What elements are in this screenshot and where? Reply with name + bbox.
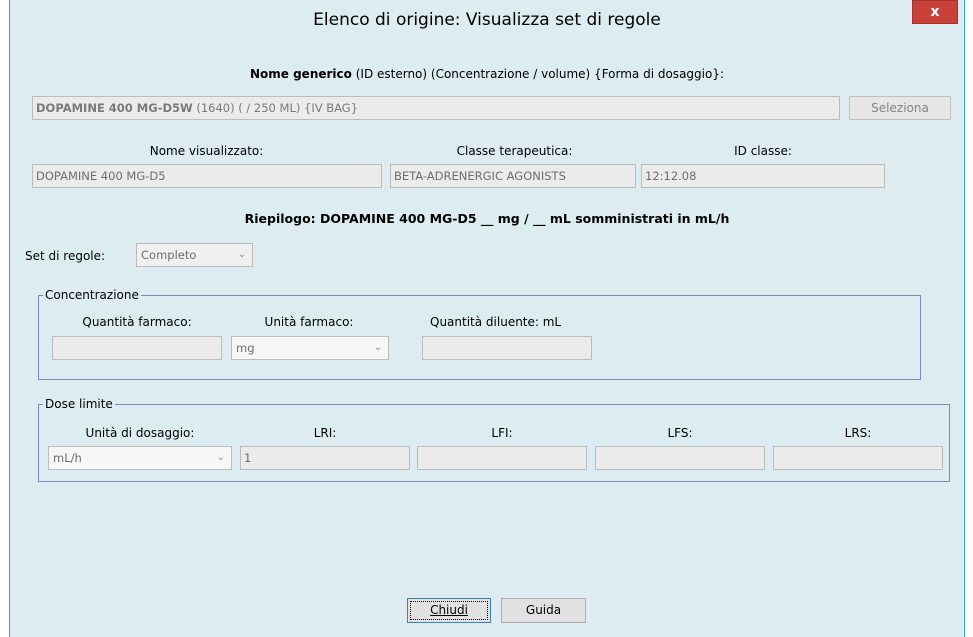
therapeutic-class-field: BETA-ADRENERGIC AGONISTS bbox=[390, 164, 636, 188]
dose-limits-group: Dose limite bbox=[38, 397, 950, 482]
ruleset-select[interactable]: Completo ⌄ bbox=[136, 243, 253, 267]
diluent-amount-label: Quantità diluente: mL bbox=[430, 315, 562, 329]
dose-limits-group-title: Dose limite bbox=[43, 397, 115, 411]
drug-unit-select[interactable]: mg ⌄ bbox=[231, 336, 389, 360]
generic-name-details: (1640) ( / 250 ML) {IV BAG} bbox=[196, 101, 359, 115]
lrs-label: LRS: bbox=[844, 426, 872, 440]
ruleset-value: Completo bbox=[141, 248, 197, 262]
drug-amount-label: Quantità farmaco: bbox=[82, 315, 192, 329]
class-id-field: 12:12.08 bbox=[641, 164, 885, 188]
summary-text: Riepilogo: DOPAMINE 400 MG-D5 __ mg / __… bbox=[244, 211, 730, 226]
class-id-label: ID classe: bbox=[734, 144, 792, 158]
drug-amount-field bbox=[52, 336, 222, 360]
close-icon: x bbox=[930, 4, 940, 20]
help-button[interactable]: Guida bbox=[501, 598, 586, 623]
generic-name-heading-rest: (ID esterno) (Concentrazione / volume) {… bbox=[355, 67, 725, 81]
chevron-down-icon: ⌄ bbox=[373, 342, 382, 353]
dosing-unit-value: mL/h bbox=[53, 451, 82, 465]
drug-unit-label: Unità farmaco: bbox=[264, 315, 354, 329]
generic-name-heading-bold: Nome generico bbox=[249, 67, 352, 81]
close-button[interactable]: Chiudi bbox=[407, 598, 491, 623]
diluent-amount-field bbox=[422, 336, 592, 360]
lfs-field bbox=[595, 446, 765, 470]
display-name-field: DOPAMINE 400 MG-D5 bbox=[32, 164, 382, 188]
window-bottom-edge bbox=[10, 623, 964, 637]
generic-name-heading: Nome generico (ID esterno) (Concentrazio… bbox=[10, 67, 964, 81]
dosing-unit-label: Unità di dosaggio: bbox=[85, 426, 195, 440]
select-button[interactable]: Seleziona bbox=[849, 96, 951, 120]
title-bar: Elenco di origine: Visualizza set di reg… bbox=[10, 0, 964, 45]
close-window-button[interactable]: x bbox=[912, 0, 958, 24]
lri-label: LRI: bbox=[313, 426, 337, 440]
generic-name-field: DOPAMINE 400 MG-D5W (1640) ( / 250 ML) {… bbox=[32, 96, 840, 120]
concentration-group-title: Concentrazione bbox=[43, 288, 141, 302]
drug-unit-value: mg bbox=[236, 341, 255, 355]
help-button-label: Guida bbox=[525, 603, 562, 617]
close-button-label: Chiudi bbox=[430, 603, 468, 617]
lfi-field bbox=[417, 446, 587, 470]
chevron-down-icon: ⌄ bbox=[237, 249, 246, 260]
window-title: Elenco di origine: Visualizza set di reg… bbox=[313, 10, 661, 30]
generic-name-value: DOPAMINE 400 MG-D5W bbox=[36, 101, 193, 115]
lfi-label: LFI: bbox=[491, 426, 513, 440]
chevron-down-icon: ⌄ bbox=[216, 452, 225, 463]
lfs-label: LFS: bbox=[667, 426, 693, 440]
dosing-unit-select[interactable]: mL/h ⌄ bbox=[48, 446, 232, 470]
lri-field: 1 bbox=[240, 446, 410, 470]
dialog-window: Elenco di origine: Visualizza set di reg… bbox=[9, 0, 965, 637]
therapeutic-class-label: Classe terapeutica: bbox=[456, 144, 573, 158]
ruleset-label: Set di regole: bbox=[25, 249, 106, 263]
display-name-label: Nome visualizzato: bbox=[149, 144, 264, 158]
lrs-field bbox=[773, 446, 943, 470]
